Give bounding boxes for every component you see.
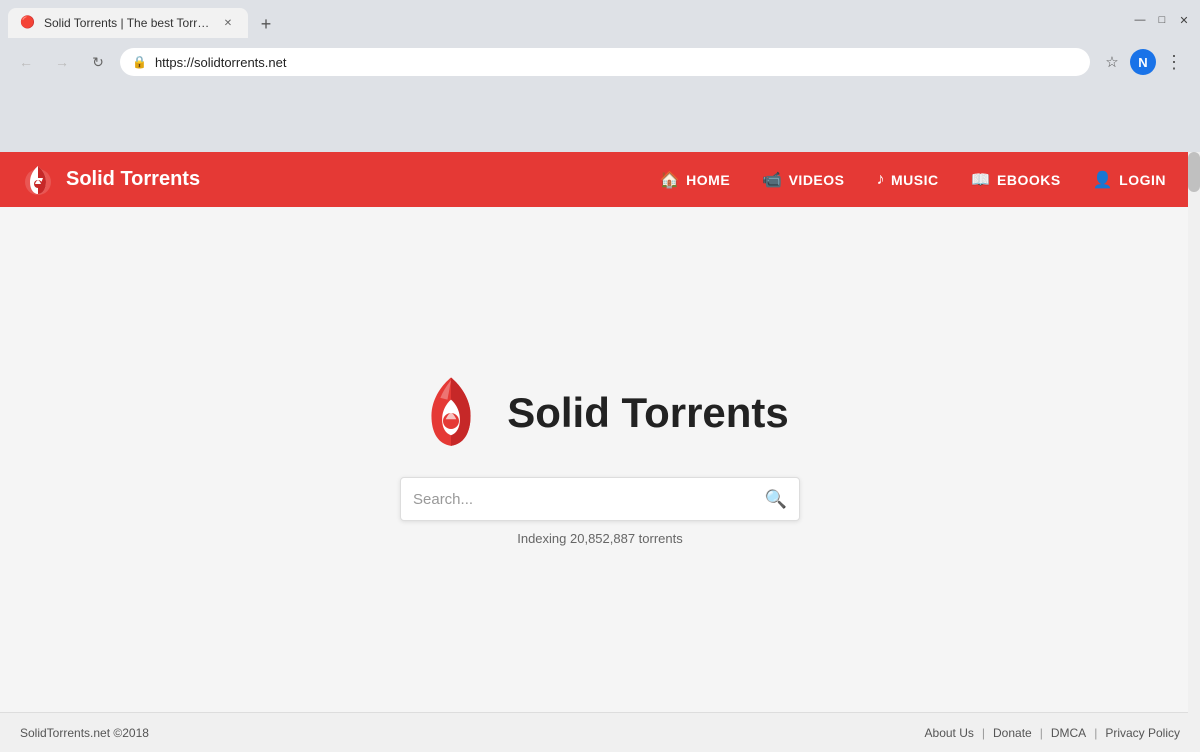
home-icon: 🏠 xyxy=(660,170,680,190)
nav-music[interactable]: ♪ MUSIC xyxy=(863,163,953,197)
hero-section: Solid Torrents Search... 🔍 Indexing 20,8… xyxy=(400,373,800,546)
hero-title: Solid Torrents xyxy=(507,389,789,437)
footer-dmca-link[interactable]: DMCA xyxy=(1051,726,1086,740)
bookmark-button[interactable]: ☆ xyxy=(1098,48,1126,76)
site-logo: Solid Torrents xyxy=(20,162,200,198)
url-text: https://solidtorrents.net xyxy=(155,55,1078,70)
menu-button[interactable]: ⋮ xyxy=(1160,48,1188,76)
window-controls: — □ ✕ xyxy=(1132,12,1192,28)
nav-home-label: HOME xyxy=(686,172,730,188)
scrollbar-thumb[interactable] xyxy=(1188,152,1200,192)
footer-privacy-link[interactable]: Privacy Policy xyxy=(1105,726,1180,740)
nav-ebooks-label: EBOOKS xyxy=(997,172,1061,188)
tab-title: Solid Torrents | The best Torrent xyxy=(44,16,212,30)
tab-favicon: 🔴 xyxy=(20,15,36,31)
footer-sep-3: | xyxy=(1094,726,1097,740)
music-icon: ♪ xyxy=(877,171,886,189)
logo-icon xyxy=(20,162,56,198)
star-icon: ☆ xyxy=(1105,53,1118,71)
nav-videos-label: VIDEOS xyxy=(789,172,845,188)
search-bar-container: Search... 🔍 Indexing 20,852,887 torrents xyxy=(400,477,800,546)
main-content: Solid Torrents Search... 🔍 Indexing 20,8… xyxy=(0,207,1200,712)
active-tab[interactable]: 🔴 Solid Torrents | The best Torrent ✕ xyxy=(8,8,248,38)
user-avatar[interactable]: N xyxy=(1130,49,1156,75)
tab-close-button[interactable]: ✕ xyxy=(220,15,236,31)
webpage: Solid Torrents 🏠 HOME 📹 VIDEOS ♪ MUSIC 📖… xyxy=(0,152,1200,752)
more-icon: ⋮ xyxy=(1165,52,1183,73)
nav-music-label: MUSIC xyxy=(891,172,939,188)
footer: SolidTorrents.net ©2018 About Us | Donat… xyxy=(0,712,1200,752)
footer-about-link[interactable]: About Us xyxy=(925,726,974,740)
new-tab-button[interactable]: + xyxy=(252,10,280,38)
reload-button[interactable]: ↻ xyxy=(84,48,112,76)
indexing-text: Indexing 20,852,887 torrents xyxy=(517,531,683,546)
nav-login-label: LOGIN xyxy=(1119,172,1166,188)
back-button[interactable]: ← xyxy=(12,48,40,76)
search-button[interactable]: 🔍 xyxy=(765,489,787,510)
footer-sep-2: | xyxy=(1040,726,1043,740)
ebooks-icon: 📖 xyxy=(971,170,991,190)
site-title-nav: Solid Torrents xyxy=(66,168,200,191)
footer-copyright: SolidTorrents.net ©2018 xyxy=(20,726,149,740)
close-button[interactable]: ✕ xyxy=(1176,12,1192,28)
url-bar[interactable]: 🔒 https://solidtorrents.net xyxy=(120,48,1090,76)
tab-bar: 🔴 Solid Torrents | The best Torrent ✕ + xyxy=(8,2,1124,38)
browser-chrome: 🔴 Solid Torrents | The best Torrent ✕ + … xyxy=(0,0,1200,152)
footer-sep-1: | xyxy=(982,726,985,740)
nav-login[interactable]: 👤 LOGIN xyxy=(1079,162,1180,198)
scrollbar[interactable] xyxy=(1188,152,1200,752)
address-bar: ← → ↻ 🔒 https://solidtorrents.net ☆ N ⋮ xyxy=(0,40,1200,84)
nav-videos[interactable]: 📹 VIDEOS xyxy=(748,162,858,198)
nav-ebooks[interactable]: 📖 EBOOKS xyxy=(957,162,1075,198)
site-nav-links: 🏠 HOME 📹 VIDEOS ♪ MUSIC 📖 EBOOKS 👤 LOGIN xyxy=(646,162,1180,198)
search-bar[interactable]: Search... 🔍 xyxy=(400,477,800,521)
title-bar: 🔴 Solid Torrents | The best Torrent ✕ + … xyxy=(0,0,1200,40)
footer-links: About Us | Donate | DMCA | Privacy Polic… xyxy=(925,726,1180,740)
forward-button[interactable]: → xyxy=(48,48,76,76)
nav-home[interactable]: 🏠 HOME xyxy=(646,162,744,198)
site-navbar: Solid Torrents 🏠 HOME 📹 VIDEOS ♪ MUSIC 📖… xyxy=(0,152,1200,207)
footer-donate-link[interactable]: Donate xyxy=(993,726,1032,740)
search-placeholder: Search... xyxy=(413,491,765,508)
minimize-button[interactable]: — xyxy=(1132,12,1148,28)
video-icon: 📹 xyxy=(762,170,782,190)
login-icon: 👤 xyxy=(1093,170,1113,190)
maximize-button[interactable]: □ xyxy=(1154,12,1170,28)
hero-logo: Solid Torrents xyxy=(411,373,789,453)
toolbar-right: ☆ N ⋮ xyxy=(1098,48,1188,76)
hero-logo-icon xyxy=(411,373,491,453)
lock-icon: 🔒 xyxy=(132,55,147,69)
